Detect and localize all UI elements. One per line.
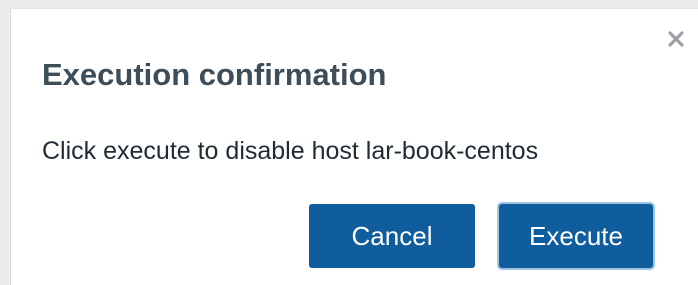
execute-button[interactable]: Execute [499, 204, 653, 268]
dialog-message: Click execute to disable host lar-book-c… [42, 137, 539, 165]
cancel-button[interactable]: Cancel [309, 204, 475, 268]
page-backdrop: Execution confirmation Click execute to … [0, 0, 698, 285]
close-icon[interactable] [666, 29, 686, 49]
execution-confirmation-dialog: Execution confirmation Click execute to … [10, 8, 698, 285]
dialog-title: Execution confirmation [42, 57, 387, 92]
